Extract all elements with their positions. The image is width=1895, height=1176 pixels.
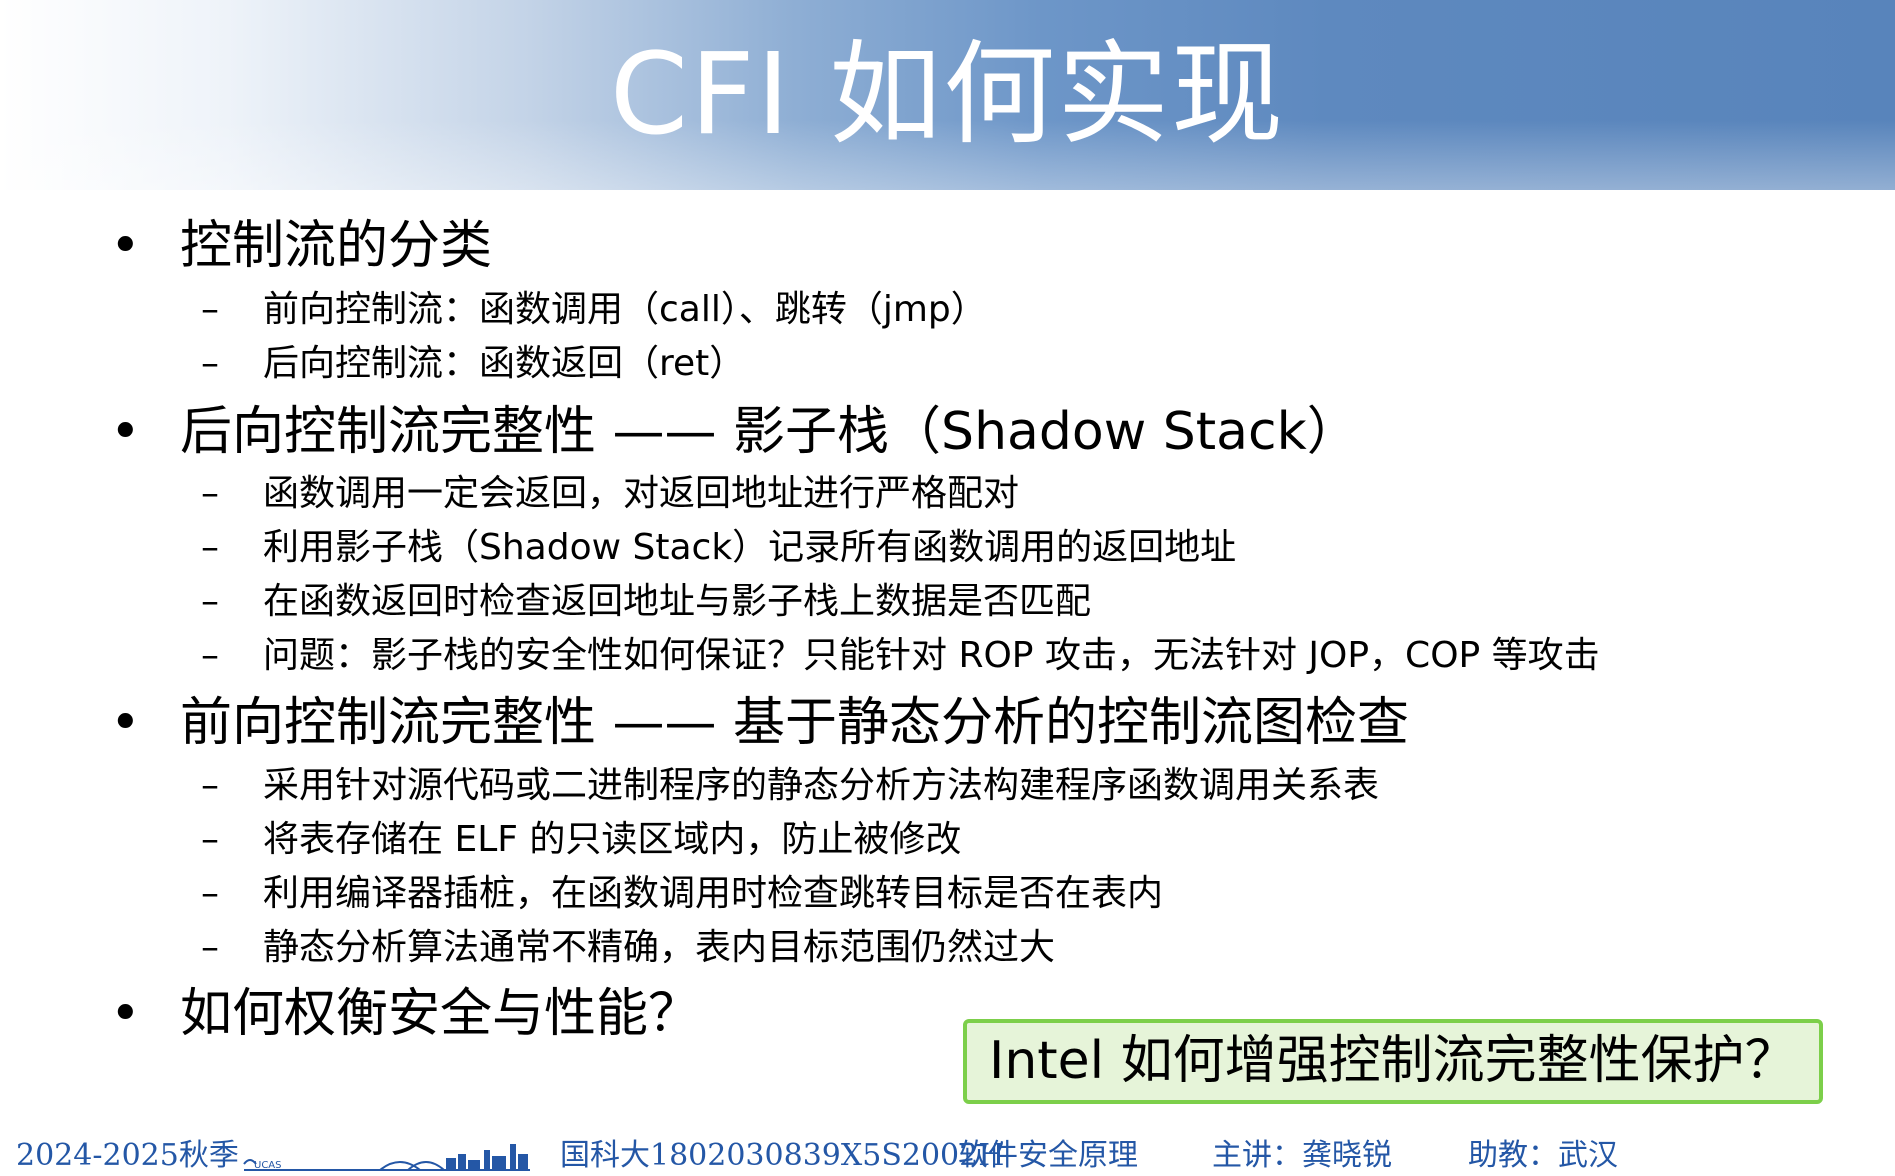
dash-marker: – [201, 343, 219, 384]
sub-bullet-item: – 利用编译器插桩，在函数调用时检查跳转目标是否在表内 [201, 870, 1164, 918]
dash-marker: – [201, 289, 219, 330]
semester-label: 2024-2025秋季 [16, 1138, 239, 1173]
dash-marker: – [201, 819, 219, 860]
course-name: 软件安全原理 [958, 1138, 1138, 1173]
bullet-marker: • [110, 984, 141, 1044]
bullet-item: • 前向控制流完整性 —— 基于静态分析的控制流图检查 [110, 691, 1410, 755]
bullet-text: 控制流的分类 [180, 216, 493, 276]
dash-marker: – [201, 581, 219, 622]
sub-bullet-item: – 在函数返回时检查返回地址与影子栈上数据是否匹配 [201, 578, 1092, 626]
sub-bullet-text: 在函数返回时检查返回地址与影子栈上数据是否匹配 [263, 581, 1092, 622]
sub-bullet-text: 将表存储在 ELF 的只读区域内，防止被修改 [263, 819, 962, 860]
callout-text: Intel 如何增强控制流完整性保护？ [989, 1031, 1797, 1091]
assistant-label: 助教：武汉 [1468, 1138, 1618, 1173]
sub-bullet-text: 后向控制流：函数返回（ret） [263, 343, 746, 384]
bullet-item: • 后向控制流完整性 —— 影子栈（Shadow Stack） [110, 400, 1359, 464]
sub-bullet-item: – 后向控制流：函数返回（ret） [201, 340, 746, 388]
slide-footer: 2024-2025秋季 UCAS 国科大1802030839X5S2002H 软… [0, 1120, 1895, 1175]
sub-bullet-text: 静态分析算法通常不精确，表内目标范围仍然过大 [263, 927, 1056, 968]
sub-bullet-item: – 前向控制流：函数调用（call）、跳转（jmp） [201, 286, 987, 334]
course-code: 国科大1802030839X5S2002H [560, 1138, 1005, 1173]
bullet-item: • 如何权衡安全与性能？ [110, 982, 701, 1046]
slide-title: CFI 如何实现 [609, 30, 1286, 160]
dash-marker: – [201, 873, 219, 914]
bullet-marker: • [110, 693, 141, 753]
bullet-item: • 控制流的分类 [110, 214, 493, 278]
sub-bullet-text: 利用编译器插桩，在函数调用时检查跳转目标是否在表内 [263, 873, 1164, 914]
dash-marker: – [201, 527, 219, 568]
sub-bullet-item: – 函数调用一定会返回，对返回地址进行严格配对 [201, 470, 1020, 518]
sub-bullet-text: 采用针对源代码或二进制程序的静态分析方法构建程序函数调用关系表 [263, 765, 1380, 806]
bullet-text: 前向控制流完整性 —— 基于静态分析的控制流图检查 [180, 693, 1410, 753]
dash-marker: – [201, 635, 219, 676]
sub-bullet-item: – 将表存储在 ELF 的只读区域内，防止被修改 [201, 816, 962, 864]
dash-marker: – [201, 927, 219, 968]
sub-bullet-text: 前向控制流：函数调用（call）、跳转（jmp） [263, 289, 987, 330]
dash-marker: – [201, 765, 219, 806]
sub-bullet-item: – 问题：影子栈的安全性如何保证？只能针对 ROP 攻击，无法针对 JOP，CO… [201, 632, 1600, 680]
bullet-marker: • [110, 402, 141, 462]
bullet-text: 如何权衡安全与性能？ [180, 984, 701, 1044]
dash-marker: – [201, 473, 219, 514]
callout-box: Intel 如何增强控制流完整性保护？ [963, 1019, 1823, 1104]
bullet-marker: • [110, 216, 141, 276]
sub-bullet-text: 利用影子栈（Shadow Stack）记录所有函数调用的返回地址 [263, 527, 1237, 568]
sub-bullet-item: – 采用针对源代码或二进制程序的静态分析方法构建程序函数调用关系表 [201, 762, 1380, 810]
sub-bullet-item: – 利用影子栈（Shadow Stack）记录所有函数调用的返回地址 [201, 524, 1237, 572]
sub-bullet-text: 问题：影子栈的安全性如何保证？只能针对 ROP 攻击，无法针对 JOP，COP … [263, 635, 1600, 676]
lecturer-label: 主讲：龚晓锐 [1212, 1138, 1392, 1173]
sub-bullet-item: – 静态分析算法通常不精确，表内目标范围仍然过大 [201, 924, 1056, 972]
ucas-skyline-logo: UCAS [240, 1130, 540, 1172]
bullet-text: 后向控制流完整性 —— 影子栈（Shadow Stack） [180, 402, 1359, 462]
sub-bullet-text: 函数调用一定会返回，对返回地址进行严格配对 [263, 473, 1020, 514]
